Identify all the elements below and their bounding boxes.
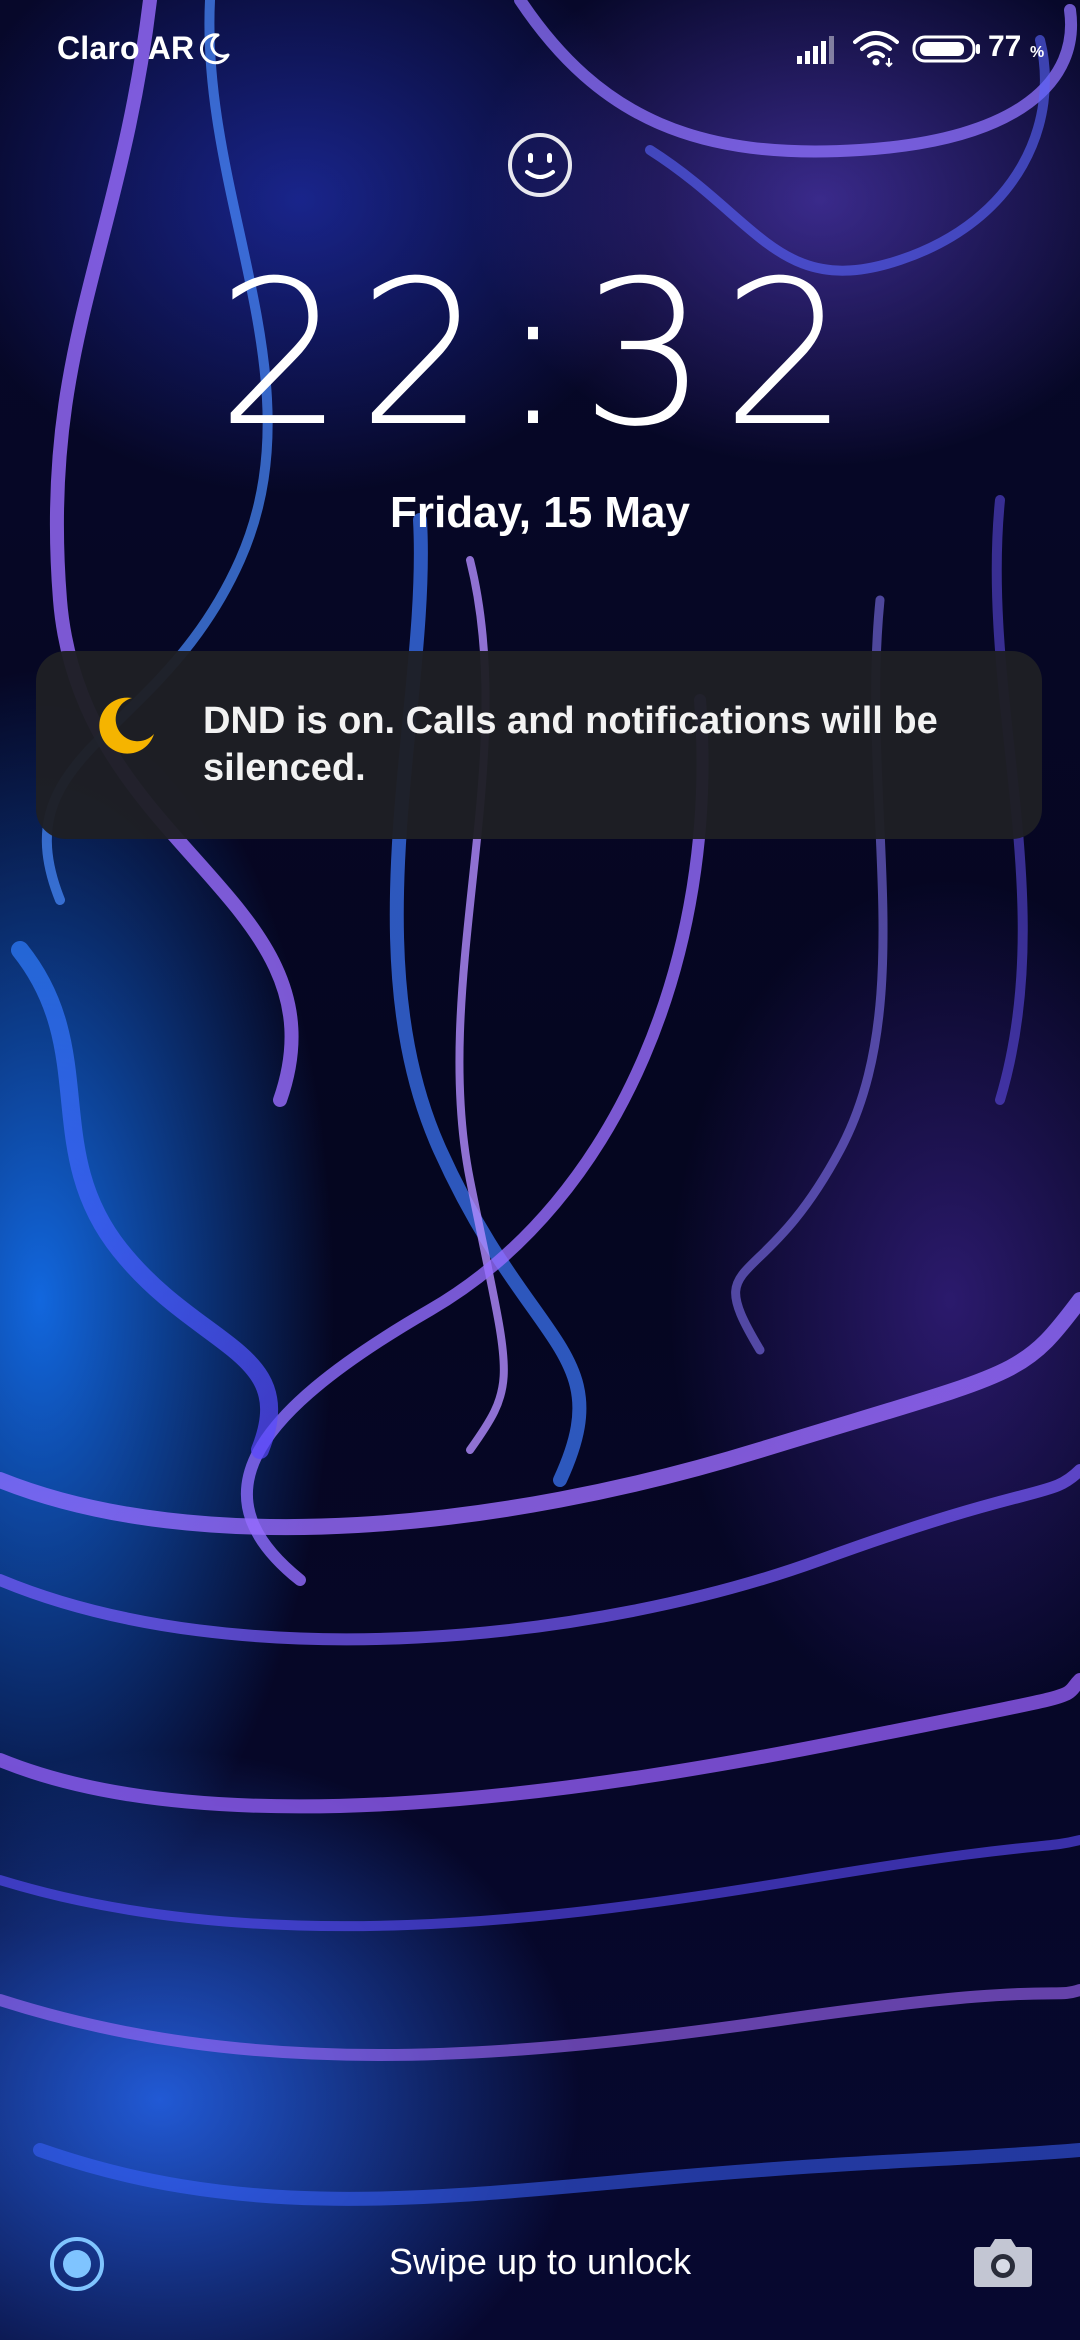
battery-unit: %	[1030, 44, 1045, 61]
dnd-notification[interactable]: DND is on. Calls and notifications will …	[36, 651, 1042, 839]
carrier-name: Claro AR	[57, 30, 195, 66]
signal-icon	[797, 36, 834, 64]
dnd-notification-text: DND is on. Calls and notifications will …	[203, 700, 938, 789]
battery-icon	[912, 35, 980, 63]
wifi-icon	[853, 31, 899, 68]
moon-icon	[99, 697, 154, 754]
status-bar: Claro AR 77 %	[0, 0, 1080, 100]
clock-time: 22:32	[216, 238, 864, 471]
moon-icon	[199, 33, 230, 65]
lock-screen: Claro AR 77 % 22:32 Friday, 15 May DND i…	[0, 0, 1080, 2340]
clock-date: Friday, 15 May	[390, 488, 690, 537]
battery-level: 77	[988, 30, 1022, 63]
camera-icon[interactable]	[972, 2233, 1034, 2289]
face-icon[interactable]	[505, 130, 575, 200]
swipe-up-hint[interactable]: Swipe up to unlock	[0, 2241, 1080, 2283]
